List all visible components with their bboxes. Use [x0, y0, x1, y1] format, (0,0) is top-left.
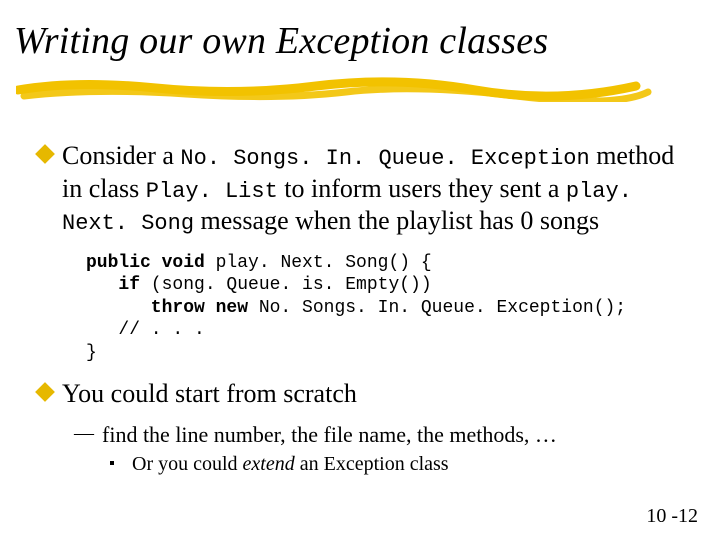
code-kw: public void	[86, 253, 205, 273]
bullet-consider: Consider a No. Songs. In. Queue. Excepti…	[38, 140, 690, 238]
diamond-bullet-icon	[35, 144, 55, 164]
text: Consider a	[62, 141, 180, 170]
text: to inform users they sent a	[278, 174, 566, 203]
text: message when the playlist has 0 songs	[194, 206, 599, 235]
code-kw: if	[86, 275, 140, 295]
code-text: }	[86, 343, 97, 363]
code-text: No. Songs. In. Queue. Exception();	[248, 298, 626, 318]
code-text: (song. Queue. is. Empty())	[140, 275, 432, 295]
code-inline: No. Songs. In. Queue. Exception	[180, 146, 589, 171]
code-text: play. Next. Song() {	[205, 253, 432, 273]
dash-bullet-icon: —	[74, 421, 94, 446]
dot-bullet-icon	[110, 461, 114, 465]
text: an Exception class	[295, 453, 449, 475]
text-em: extend	[243, 453, 295, 475]
bullet-scratch: You could start from scratch	[38, 378, 690, 411]
code-kw: throw new	[86, 298, 248, 318]
subsubbullet-extend: Or you could extend an Exception class	[110, 452, 690, 477]
slide-body: Consider a No. Songs. In. Queue. Excepti…	[38, 140, 690, 477]
slide-title: Writing our own Exception classes	[14, 22, 548, 62]
slide: Writing our own Exception classes Consid…	[0, 0, 720, 540]
diamond-bullet-icon	[35, 382, 55, 402]
code-text: // . . .	[86, 320, 205, 340]
slide-number: 10 -12	[646, 505, 698, 528]
text: You could start from scratch	[62, 379, 357, 408]
code-inline: Play. List	[146, 179, 278, 204]
subbullet-find: — find the line number, the file name, t…	[74, 421, 690, 449]
text: find the line number, the file name, the…	[102, 422, 557, 447]
text: Or you could	[132, 453, 243, 475]
code-block: public void play. Next. Song() { if (son…	[86, 252, 690, 365]
title-underline	[16, 74, 656, 102]
